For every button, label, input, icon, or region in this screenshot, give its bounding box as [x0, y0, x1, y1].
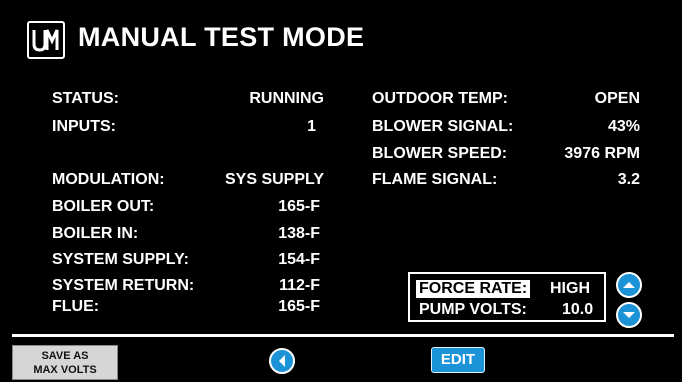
- manual-test-mode-screen: MANUAL TEST MODE STATUS: RUNNING INPUTS:…: [0, 0, 682, 382]
- inputs-label: INPUTS:: [52, 118, 116, 135]
- system-return-label: SYSTEM RETURN:: [52, 277, 195, 294]
- force-rate-label[interactable]: FORCE RATE:: [416, 280, 531, 298]
- force-rate-value: HIGH: [550, 280, 590, 297]
- flame-signal-value: 3.2: [617, 171, 640, 188]
- flue-value: 165-F: [278, 298, 320, 315]
- status-value: RUNNING: [249, 90, 324, 107]
- save-as-max-volts-button[interactable]: SAVE AS MAX VOLTS: [12, 345, 118, 380]
- modulation-value: SYS SUPPLY: [224, 171, 324, 188]
- arrow-left-icon[interactable]: [269, 348, 295, 374]
- inputs-value: 1: [307, 118, 316, 135]
- arrow-up-icon[interactable]: [616, 272, 642, 298]
- system-supply-label: SYSTEM SUPPLY:: [52, 251, 189, 268]
- arrow-down-icon[interactable]: [616, 302, 642, 328]
- outdoor-temp-value: OPEN: [594, 90, 640, 107]
- boiler-in-value: 138-F: [278, 225, 320, 242]
- boiler-in-label: BOILER IN:: [52, 225, 139, 242]
- pump-volts-label[interactable]: PUMP VOLTS:: [419, 301, 527, 319]
- blower-speed-value: 3976 RPM: [564, 145, 640, 162]
- boiler-out-value: 165-F: [278, 198, 320, 215]
- status-label: STATUS:: [52, 90, 119, 107]
- force-rate-panel[interactable]: FORCE RATE: HIGH PUMP VOLTS: 10.0: [408, 272, 606, 322]
- blower-speed-label: BLOWER SPEED:: [372, 145, 508, 162]
- save-as-label: SAVE AS: [41, 350, 89, 362]
- blower-signal-label: BLOWER SIGNAL:: [372, 118, 514, 135]
- boiler-out-label: BOILER OUT:: [52, 198, 155, 215]
- footer-divider: [12, 334, 674, 337]
- pump-volts-value: 10.0: [562, 301, 594, 318]
- max-volts-label: MAX VOLTS: [33, 364, 97, 376]
- page-title: MANUAL TEST MODE: [78, 22, 365, 52]
- logo-icon: [27, 21, 65, 59]
- flame-signal-label: FLAME SIGNAL:: [372, 171, 498, 188]
- blower-signal-value: 43%: [607, 118, 640, 135]
- edit-button[interactable]: EDIT: [431, 347, 485, 373]
- flue-label: FLUE:: [52, 298, 100, 315]
- system-supply-value: 154-F: [278, 251, 320, 268]
- modulation-label: MODULATION:: [52, 171, 165, 188]
- system-return-value: 112-F: [279, 277, 320, 294]
- outdoor-temp-label: OUTDOOR TEMP:: [372, 90, 508, 107]
